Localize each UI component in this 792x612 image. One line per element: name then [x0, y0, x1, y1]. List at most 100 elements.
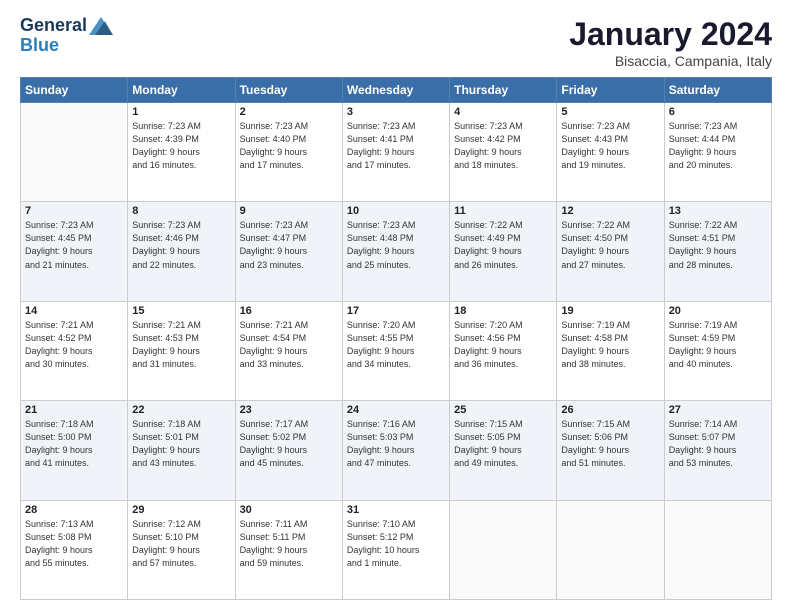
day-info: Sunrise: 7:10 AM Sunset: 5:12 PM Dayligh… [347, 518, 445, 570]
day-info: Sunrise: 7:20 AM Sunset: 4:56 PM Dayligh… [454, 319, 552, 371]
calendar-cell: 5 Sunrise: 7:23 AM Sunset: 4:43 PM Daylig… [557, 103, 664, 202]
calendar-cell [664, 500, 771, 599]
day-info: Sunrise: 7:23 AM Sunset: 4:43 PM Dayligh… [561, 120, 659, 172]
day-info: Sunrise: 7:23 AM Sunset: 4:41 PM Dayligh… [347, 120, 445, 172]
day-number: 29 [132, 504, 230, 516]
day-info: Sunrise: 7:23 AM Sunset: 4:44 PM Dayligh… [669, 120, 767, 172]
day-number: 11 [454, 205, 552, 217]
header-row: SundayMondayTuesdayWednesdayThursdayFrid… [21, 78, 772, 103]
calendar-cell: 31Sunrise: 7:10 AM Sunset: 5:12 PM Dayli… [342, 500, 449, 599]
calendar-cell: 22Sunrise: 7:18 AM Sunset: 5:01 PM Dayli… [128, 401, 235, 500]
day-number: 27 [669, 404, 767, 416]
day-info: Sunrise: 7:12 AM Sunset: 5:10 PM Dayligh… [132, 518, 230, 570]
day-number: 7 [25, 205, 123, 217]
calendar-cell: 28 Sunrise: 7:13 AM Sunset: 5:08 PM Dayli… [21, 500, 128, 599]
calendar-cell: 29 Sunrise: 7:12 AM Sunset: 5:10 PM Dayli… [128, 500, 235, 599]
day-number: 9 [240, 205, 338, 217]
header: General Blue January 2024 Bisaccia, Camp… [20, 16, 772, 69]
calendar-cell: 13 Sunrise: 7:22 AM Sunset: 4:51 PM Dayli… [664, 202, 771, 301]
day-number: 20 [669, 305, 767, 317]
day-number: 8 [132, 205, 230, 217]
day-info: Sunrise: 7:23 AM Sunset: 4:48 PM Dayligh… [347, 219, 445, 271]
day-number: 24 [347, 404, 445, 416]
calendar-cell: 11 Sunrise: 7:22 AM Sunset: 4:49 PM Dayli… [450, 202, 557, 301]
day-number: 2 [240, 106, 338, 118]
calendar-cell: 16 Sunrise: 7:21 AM Sunset: 4:54 PM Dayli… [235, 301, 342, 400]
day-number: 5 [561, 106, 659, 118]
calendar-cell: 6 Sunrise: 7:23 AM Sunset: 4:44 PM Daylig… [664, 103, 771, 202]
day-number: 4 [454, 106, 552, 118]
day-number: 6 [669, 106, 767, 118]
calendar-cell [557, 500, 664, 599]
day-info: Sunrise: 7:22 AM Sunset: 4:49 PM Dayligh… [454, 219, 552, 271]
day-number: 25 [454, 404, 552, 416]
day-info: Sunrise: 7:23 AM Sunset: 4:40 PM Dayligh… [240, 120, 338, 172]
day-number: 10 [347, 205, 445, 217]
day-info: Sunrise: 7:14 AM Sunset: 5:07 PM Dayligh… [669, 418, 767, 470]
day-info: Sunrise: 7:22 AM Sunset: 4:50 PM Dayligh… [561, 219, 659, 271]
col-header-saturday: Saturday [664, 78, 771, 103]
logo: General Blue [20, 16, 113, 56]
calendar-cell: 3 Sunrise: 7:23 AM Sunset: 4:41 PM Daylig… [342, 103, 449, 202]
day-info: Sunrise: 7:23 AM Sunset: 4:45 PM Dayligh… [25, 219, 123, 271]
col-header-sunday: Sunday [21, 78, 128, 103]
day-info: Sunrise: 7:13 AM Sunset: 5:08 PM Dayligh… [25, 518, 123, 570]
week-row-3: 14 Sunrise: 7:21 AM Sunset: 4:52 PM Dayli… [21, 301, 772, 400]
day-number: 26 [561, 404, 659, 416]
calendar-cell: 14 Sunrise: 7:21 AM Sunset: 4:52 PM Dayli… [21, 301, 128, 400]
calendar-cell: 26 Sunrise: 7:15 AM Sunset: 5:06 PM Dayli… [557, 401, 664, 500]
day-number: 28 [25, 504, 123, 516]
day-info: Sunrise: 7:18 AM Sunset: 5:00 PM Dayligh… [25, 418, 123, 470]
calendar-cell: 10 Sunrise: 7:23 AM Sunset: 4:48 PM Dayli… [342, 202, 449, 301]
calendar-cell: 15 Sunrise: 7:21 AM Sunset: 4:53 PM Dayli… [128, 301, 235, 400]
day-number: 13 [669, 205, 767, 217]
day-number: 1 [132, 106, 230, 118]
calendar-cell: 20 Sunrise: 7:19 AM Sunset: 4:59 PM Dayli… [664, 301, 771, 400]
location: Bisaccia, Campania, Italy [569, 53, 772, 69]
day-info: Sunrise: 7:11 AM Sunset: 5:11 PM Dayligh… [240, 518, 338, 570]
col-header-tuesday: Tuesday [235, 78, 342, 103]
day-number: 17 [347, 305, 445, 317]
day-info: Sunrise: 7:21 AM Sunset: 4:54 PM Dayligh… [240, 319, 338, 371]
day-number: 3 [347, 106, 445, 118]
calendar-cell [21, 103, 128, 202]
calendar-cell: 27 Sunrise: 7:14 AM Sunset: 5:07 PM Dayli… [664, 401, 771, 500]
day-number: 12 [561, 205, 659, 217]
calendar-cell: 2 Sunrise: 7:23 AM Sunset: 4:40 PM Daylig… [235, 103, 342, 202]
day-info: Sunrise: 7:23 AM Sunset: 4:46 PM Dayligh… [132, 219, 230, 271]
day-number: 15 [132, 305, 230, 317]
day-info: Sunrise: 7:22 AM Sunset: 4:51 PM Dayligh… [669, 219, 767, 271]
calendar-cell: 21Sunrise: 7:18 AM Sunset: 5:00 PM Dayli… [21, 401, 128, 500]
logo-general: General [20, 16, 87, 36]
calendar-cell: 19Sunrise: 7:19 AM Sunset: 4:58 PM Dayli… [557, 301, 664, 400]
logo-icon [89, 17, 113, 35]
day-info: Sunrise: 7:23 AM Sunset: 4:42 PM Dayligh… [454, 120, 552, 172]
day-number: 16 [240, 305, 338, 317]
calendar-cell: 18 Sunrise: 7:20 AM Sunset: 4:56 PM Dayli… [450, 301, 557, 400]
calendar-cell: 9 Sunrise: 7:23 AM Sunset: 4:47 PM Daylig… [235, 202, 342, 301]
week-row-4: 21Sunrise: 7:18 AM Sunset: 5:00 PM Dayli… [21, 401, 772, 500]
day-info: Sunrise: 7:19 AM Sunset: 4:59 PM Dayligh… [669, 319, 767, 371]
calendar-cell: 30Sunrise: 7:11 AM Sunset: 5:11 PM Dayli… [235, 500, 342, 599]
day-info: Sunrise: 7:21 AM Sunset: 4:53 PM Dayligh… [132, 319, 230, 371]
day-info: Sunrise: 7:16 AM Sunset: 5:03 PM Dayligh… [347, 418, 445, 470]
day-number: 14 [25, 305, 123, 317]
week-row-2: 7 Sunrise: 7:23 AM Sunset: 4:45 PM Daylig… [21, 202, 772, 301]
day-number: 19 [561, 305, 659, 317]
day-info: Sunrise: 7:18 AM Sunset: 5:01 PM Dayligh… [132, 418, 230, 470]
calendar-cell: 24 Sunrise: 7:16 AM Sunset: 5:03 PM Dayli… [342, 401, 449, 500]
day-info: Sunrise: 7:20 AM Sunset: 4:55 PM Dayligh… [347, 319, 445, 371]
calendar-cell: 17 Sunrise: 7:20 AM Sunset: 4:55 PM Dayli… [342, 301, 449, 400]
day-info: Sunrise: 7:23 AM Sunset: 4:47 PM Dayligh… [240, 219, 338, 271]
day-info: Sunrise: 7:23 AM Sunset: 4:39 PM Dayligh… [132, 120, 230, 172]
col-header-wednesday: Wednesday [342, 78, 449, 103]
calendar-cell: 4 Sunrise: 7:23 AM Sunset: 4:42 PM Daylig… [450, 103, 557, 202]
day-info: Sunrise: 7:15 AM Sunset: 5:06 PM Dayligh… [561, 418, 659, 470]
day-number: 18 [454, 305, 552, 317]
col-header-thursday: Thursday [450, 78, 557, 103]
calendar-cell: 25Sunrise: 7:15 AM Sunset: 5:05 PM Dayli… [450, 401, 557, 500]
day-number: 23 [240, 404, 338, 416]
col-header-friday: Friday [557, 78, 664, 103]
day-info: Sunrise: 7:21 AM Sunset: 4:52 PM Dayligh… [25, 319, 123, 371]
calendar-cell: 1 Sunrise: 7:23 AM Sunset: 4:39 PM Daylig… [128, 103, 235, 202]
